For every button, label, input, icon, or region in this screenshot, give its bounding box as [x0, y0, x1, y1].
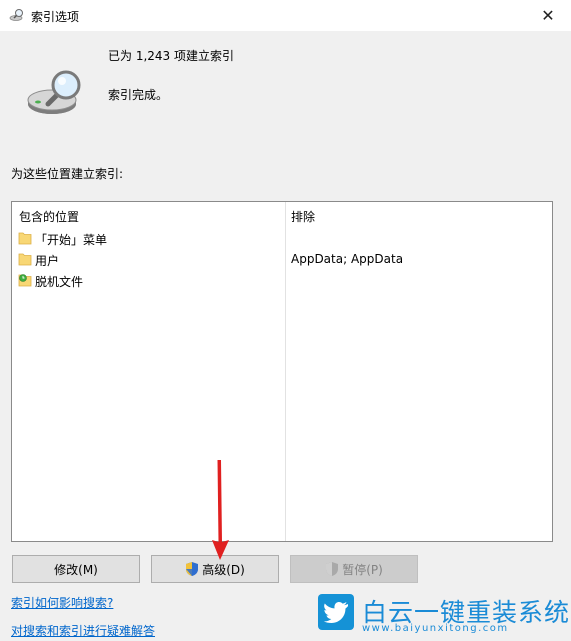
offline-files-icon: [18, 274, 32, 287]
indexing-drive-icon: [27, 70, 81, 114]
column-header-included[interactable]: 包含的位置: [19, 208, 79, 225]
list-item[interactable]: 脱机文件: [12, 270, 552, 291]
close-icon: ✕: [541, 6, 555, 25]
pause-button-label: 暂停(P): [342, 562, 383, 577]
location-name: 脱机文件: [35, 275, 84, 289]
modify-button-label: 修改(M): [54, 562, 98, 577]
troubleshoot-link[interactable]: 对搜索和索引进行疑难解答: [11, 622, 155, 639]
annotation-arrow: [212, 460, 229, 560]
folder-icon: [18, 232, 32, 245]
watermark-url: www.baiyunxitong.com: [362, 623, 509, 634]
title-bar: 索引选项 ✕: [0, 0, 571, 31]
location-name: 「开始」菜单: [35, 233, 108, 247]
watermark-bird-icon: [318, 594, 354, 630]
uac-shield-icon: [326, 562, 339, 576]
column-header-excluded[interactable]: 排除: [291, 208, 315, 225]
list-item[interactable]: 用户 AppData; AppData: [12, 249, 552, 270]
locations-label: 为这些位置建立索引:: [11, 167, 124, 181]
locations-list[interactable]: 包含的位置 排除 「开始」菜单 用户 AppData; AppData 脱机文件: [11, 201, 553, 542]
indexed-count-text: 已为 1,243 项建立索引: [108, 49, 234, 63]
how-indexing-affects-search-link[interactable]: 索引如何影响搜索?: [11, 594, 113, 611]
location-exclusions: AppData; AppData: [291, 252, 404, 266]
modify-button[interactable]: 修改(M): [12, 555, 140, 583]
pause-button[interactable]: 暂停(P): [290, 555, 418, 583]
uac-shield-icon: [186, 562, 199, 576]
window-title: 索引选项: [31, 10, 80, 24]
location-name: 用户: [35, 254, 60, 268]
advanced-button-label: 高级(D): [202, 562, 245, 577]
list-item[interactable]: 「开始」菜单: [12, 228, 552, 249]
indexing-options-icon: [9, 9, 23, 21]
close-button[interactable]: ✕: [525, 0, 571, 31]
watermark-logo: 白云一键重装系统 www.baiyunxitong.com: [318, 590, 570, 640]
indexing-status-text: 索引完成。: [108, 88, 169, 102]
folder-icon: [18, 253, 32, 266]
